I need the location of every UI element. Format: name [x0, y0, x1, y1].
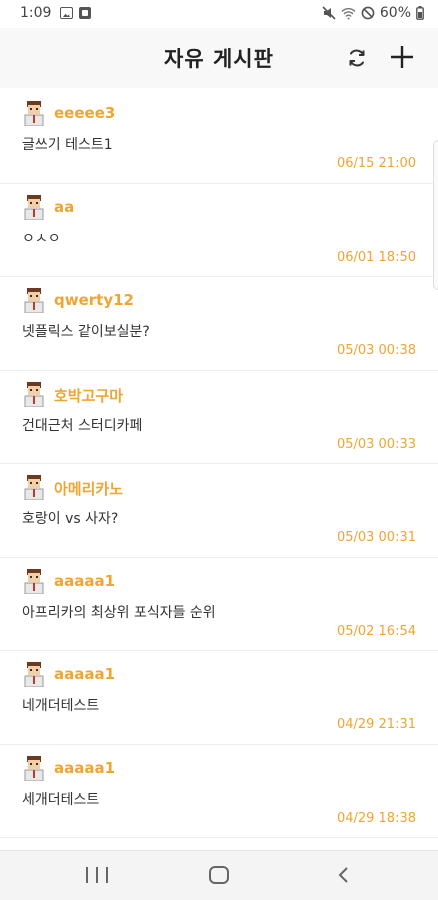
home-icon[interactable] — [209, 866, 229, 884]
post-date: 05/02 16:54 — [336, 623, 416, 639]
recents-icon[interactable] — [86, 867, 108, 885]
post-title: 세개더테스트 — [22, 791, 100, 808]
post-author: aaaaa1 — [54, 665, 116, 683]
plus-icon — [391, 46, 413, 68]
post-title: 호랑이 vs 사자? — [22, 511, 119, 527]
status-time: 1:09 — [20, 5, 52, 21]
avatar-icon — [24, 381, 44, 407]
post-item[interactable]: 아메리카노 호랑이 vs 사자? 05/03 00:31 — [0, 464, 438, 558]
edge-panel-handle[interactable] — [433, 140, 438, 290]
status-bar: 1:09 60% — [0, 0, 438, 28]
post-title: 넷플릭스 같이보실분? — [22, 324, 150, 340]
post-title: 글쓰기 테스트1 — [22, 137, 113, 153]
refresh-icon — [349, 49, 365, 67]
post-date: 04/29 18:38 — [336, 810, 416, 826]
status-indicators: 60% — [322, 5, 424, 21]
post-date: 05/03 00:38 — [336, 343, 416, 358]
add-post-button[interactable] — [387, 42, 417, 72]
post-title: 건대근처 스터디카페 — [22, 417, 143, 434]
avatar-icon — [24, 755, 44, 781]
status-notifications — [60, 7, 91, 19]
avatar-icon — [24, 662, 44, 687]
back-icon[interactable] — [334, 865, 354, 885]
page-title: 자유 게시판 — [164, 47, 274, 71]
post-item[interactable]: aa ㅇㅅㅇ 06/01 18:50 — [0, 184, 438, 277]
post-date: 05/03 00:33 — [336, 436, 416, 452]
post-author: 호박고구마 — [54, 386, 124, 405]
post-date: 06/01 18:50 — [336, 249, 416, 265]
system-nav-bar — [0, 850, 438, 900]
post-author: aaaaa1 — [54, 758, 116, 777]
post-list: eeeee3 글쓰기 테스트1 06/15 21:00 aa ㅇㅅㅇ 06/01… — [0, 90, 438, 838]
post-item[interactable]: aaaaa1 세개더테스트 04/29 18:38 — [0, 745, 438, 838]
post-item[interactable]: aaaaa1 아프리카의 최상위 포식자들 순위 05/02 16:54 — [0, 558, 438, 651]
wifi-icon — [341, 7, 356, 19]
app-notification-icon — [79, 7, 91, 19]
post-author: eeeee3 — [54, 104, 116, 122]
avatar-icon — [24, 101, 44, 126]
app-bar: 자유 게시판 — [0, 28, 438, 88]
post-title: 아프리카의 최상위 포식자들 순위 — [22, 604, 216, 621]
avatar-icon — [24, 475, 44, 500]
post-item[interactable]: aaaaa1 네개더테스트 04/29 21:31 — [0, 651, 438, 745]
post-item[interactable]: 호박고구마 건대근처 스터디카페 05/03 00:33 — [0, 371, 438, 464]
refresh-button[interactable] — [343, 44, 371, 72]
avatar-icon — [24, 568, 44, 594]
mute-icon — [322, 6, 336, 20]
post-item[interactable]: eeeee3 글쓰기 테스트1 06/15 21:00 — [0, 90, 438, 184]
post-date: 04/29 21:31 — [336, 717, 416, 732]
post-author: qwerty12 — [54, 291, 134, 309]
post-title: ㅇㅅㅇ — [22, 230, 61, 247]
do-not-disturb-icon — [361, 6, 375, 20]
avatar-icon — [24, 288, 44, 313]
post-date: 06/15 21:00 — [336, 156, 416, 171]
post-author: 아메리카노 — [54, 480, 124, 498]
post-title: 네개더테스트 — [22, 698, 100, 714]
battery-icon — [416, 6, 424, 20]
gallery-notification-icon — [60, 7, 73, 19]
avatar-icon — [24, 194, 44, 220]
battery-percent: 60% — [379, 5, 411, 21]
post-author: aa — [54, 197, 75, 216]
post-item[interactable]: qwerty12 넷플릭스 같이보실분? 05/03 00:38 — [0, 277, 438, 371]
post-author: aaaaa1 — [54, 571, 116, 590]
post-date: 05/03 00:31 — [336, 530, 416, 545]
